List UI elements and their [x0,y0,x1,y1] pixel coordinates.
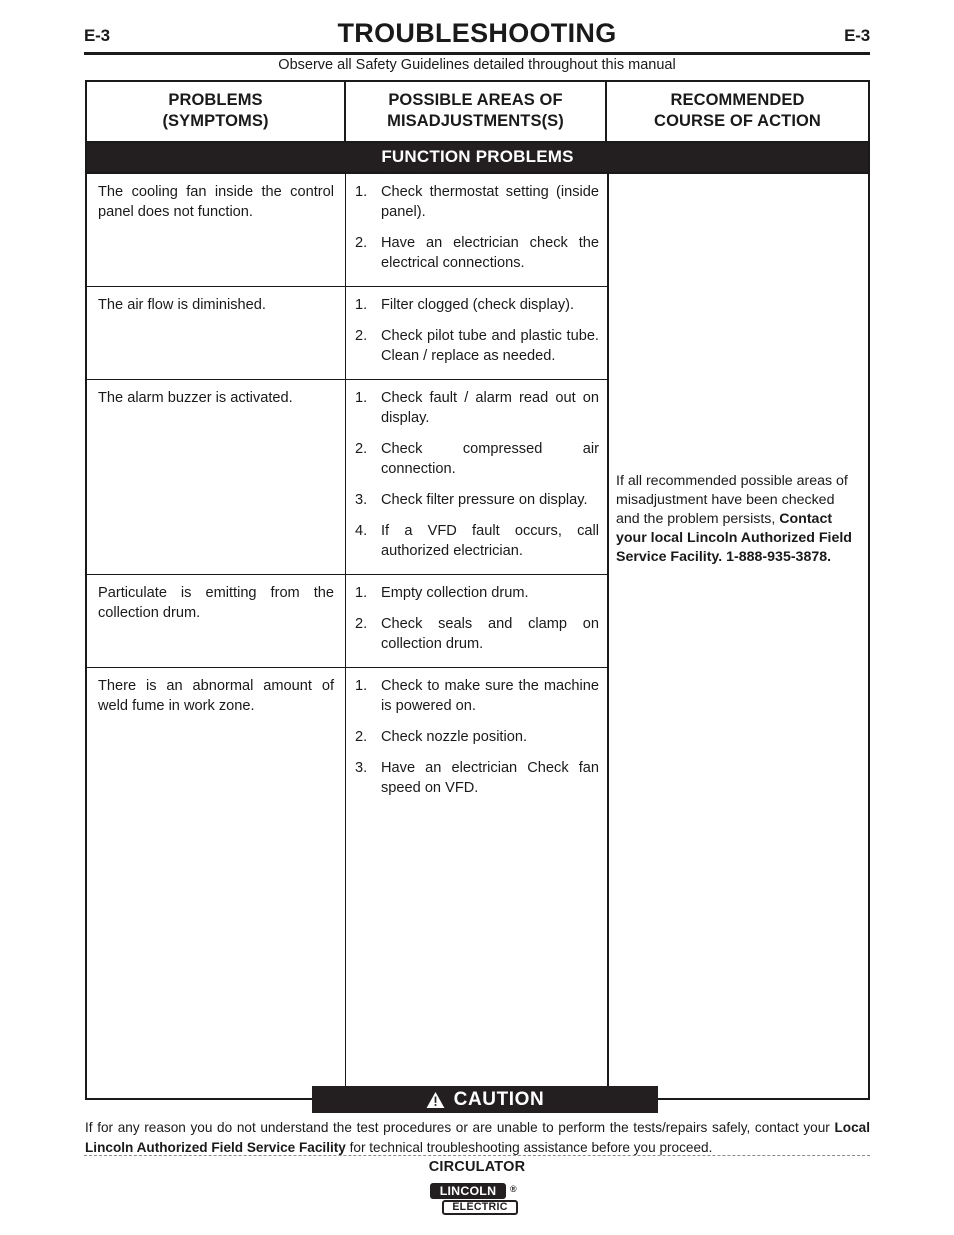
safety-guidelines-note: Observe all Safety Guidelines detailed t… [278,57,676,73]
possible-areas-list-item: 2. Check compressed air connection. [352,440,599,480]
possible-areas-list-item: 2. Check seals and clamp on collection dr… [352,615,599,655]
list-item-number: 3. [355,492,368,509]
list-item-text: Have an electrician check the electrical… [381,235,599,272]
list-item-text: Check pilot tube and plastic tube. Clean… [381,328,599,365]
possible-areas-list: 1. Filter clogged (check display). 2. Check… [352,296,599,367]
possible-areas-list-item: 2. Have an electrician check the electric… [352,234,599,274]
column-header-recommended-action: RECOMMENDED COURSE OF ACTION [607,82,868,141]
possible-areas-cell: 1. Check to make sure the machine is powe… [346,668,607,1098]
lincoln-electric-logo: LINCOLN ® ELECTRIC [430,1183,524,1219]
logo-lincoln-wordmark: LINCOLN [430,1183,506,1199]
table-row: The air flow is diminished. 1. Filter clog… [87,287,607,381]
possible-areas-list-item: 4. If a VFD fault occurs, call authorized… [352,522,599,562]
list-item-number: 1. [355,184,368,201]
possible-areas-list: 1. Check fault / alarm read out on displa… [352,389,599,562]
table-body: The cooling fan inside the control panel… [87,174,868,1098]
logo-electric-wordmark: ELECTRIC [442,1200,518,1215]
list-item-text: Check seals and clamp on collection drum… [381,615,599,652]
possible-areas-cell: 1. Check fault / alarm read out on displa… [346,380,607,574]
column-header-problems: PROBLEMS (SYMPTOMS) [87,82,346,142]
list-item-number: 2. [355,235,368,252]
symptom-cell: The air flow is diminished. [87,287,346,380]
document-page: E-3 TROUBLESHOOTING E-3 Observe all Safe… [0,0,954,1235]
column-header-recommended-action-line2: COURSE OF ACTION [654,112,821,131]
column-header-recommended-action-line1: RECOMMENDED [670,91,805,109]
list-item-number: 1. [355,677,368,694]
list-item-text: Check to make sure the machine is powere… [381,677,599,714]
possible-areas-list-item: 3. Check filter pressure on display. [352,491,599,511]
possible-areas-list-item: 1. Filter clogged (check display). [352,296,599,316]
footer-model-name: CIRCULATOR [428,1159,526,1175]
caution-label: CAUTION [453,1089,545,1110]
column-header-possible-areas-line1: POSSIBLE AREAS OF [388,91,563,109]
section-band-function-problems: FUNCTION PROBLEMS [87,143,868,175]
list-item-text: Check filter pressure on display. [381,492,588,509]
list-item-number: 3. [355,759,368,776]
possible-areas-list: 1. Empty collection drum. 2. Check seals an… [352,584,599,655]
possible-areas-cell: 1. Empty collection drum. 2. Check seals an… [346,575,607,667]
caution-body-text: If for any reason you do not understand … [85,1118,870,1157]
possible-areas-list-item: 1. Check to make sure the machine is powe… [352,677,599,717]
possible-areas-list: 1. Check thermostat setting (inside panel… [352,183,599,274]
page-title: TROUBLESHOOTING [337,18,617,48]
possible-areas-list: 1. Check to make sure the machine is powe… [352,677,599,799]
possible-areas-list-item: 1. Empty collection drum. [352,584,599,604]
recommended-action-cell: If all recommended possible areas of mis… [609,174,868,1098]
caution-body-plain-1: If for any reason you do not understand … [85,1120,835,1135]
caution-body-plain-2: for technical troubleshooting assistance… [345,1139,713,1155]
recommended-action-text: If all recommended possible areas of mis… [616,472,862,566]
possible-areas-list-item: 1. Check fault / alarm read out on displa… [352,389,599,429]
warning-triangle-icon [426,1091,445,1108]
possible-areas-cell: 1. Check thermostat setting (inside panel… [346,174,607,286]
possible-areas-cell: 1. Filter clogged (check display). 2. Check… [346,287,607,379]
list-item-number: 1. [355,390,368,407]
symptom-area-columns: The cooling fan inside the control panel… [87,174,609,1098]
list-item-text: Have an electrician Check fan speed on V… [381,759,599,796]
list-item-text: Filter clogged (check display). [381,297,575,314]
list-item-text: If a VFD fault occurs, call authorized e… [381,523,599,560]
possible-areas-list-item: 1. Check thermostat setting (inside panel… [352,183,599,223]
possible-areas-list-item: 2. Check pilot tube and plastic tube. Cle… [352,327,599,367]
header-divider [84,52,870,55]
footer-dashed-divider [84,1155,870,1156]
symptom-cell: There is an abnormal amount of weld fume… [87,667,346,1098]
list-item-text: Check nozzle position. [381,728,528,745]
list-item-text: Check thermostat setting (inside panel). [381,184,599,221]
table-header-row: PROBLEMS (SYMPTOMS) POSSIBLE AREAS OF MI… [87,82,868,144]
table-row: There is an abnormal amount of weld fume… [87,667,607,1098]
column-header-possible-areas: POSSIBLE AREAS OF MISADJUSTMENTS(S) [346,82,607,142]
page-number-right: E-3 [844,26,870,45]
list-item-number: 4. [355,523,368,540]
table-row: The cooling fan inside the control panel… [87,174,607,288]
possible-areas-list-item: 3. Have an electrician Check fan speed on… [352,759,599,799]
symptom-cell: The cooling fan inside the control panel… [87,174,346,287]
symptom-cell: Particulate is emitting from the collect… [87,575,346,667]
symptom-cell: The alarm buzzer is activated. [87,380,346,574]
caution-banner: CAUTION [312,1086,658,1113]
column-header-problems-line2: (SYMPTOMS) [162,112,269,131]
column-header-possible-areas-line2: MISADJUSTMENTS(S) [387,112,564,131]
list-item-number: 2. [355,328,368,345]
list-item-text: Check fault / alarm read out on display. [381,390,599,427]
troubleshooting-table: PROBLEMS (SYMPTOMS) POSSIBLE AREAS OF MI… [85,80,870,1100]
list-item-number: 2. [355,728,368,745]
page-header: E-3 TROUBLESHOOTING E-3 [84,18,870,52]
list-item-number: 2. [355,441,368,458]
table-row: The alarm buzzer is activated. 1. Check fa… [87,380,607,575]
list-item-number: 1. [355,297,368,314]
registered-trademark-icon: ® [510,1184,517,1194]
list-item-number: 2. [355,615,368,632]
list-item-text: Empty collection drum. [381,585,529,601]
column-header-problems-line1: PROBLEMS [168,91,263,109]
table-row: Particulate is emitting from the collect… [87,575,607,668]
list-item-text: Check compressed air connection. [381,441,599,478]
list-item-number: 1. [355,585,368,601]
possible-areas-list-item: 2. Check nozzle position. [352,728,599,748]
